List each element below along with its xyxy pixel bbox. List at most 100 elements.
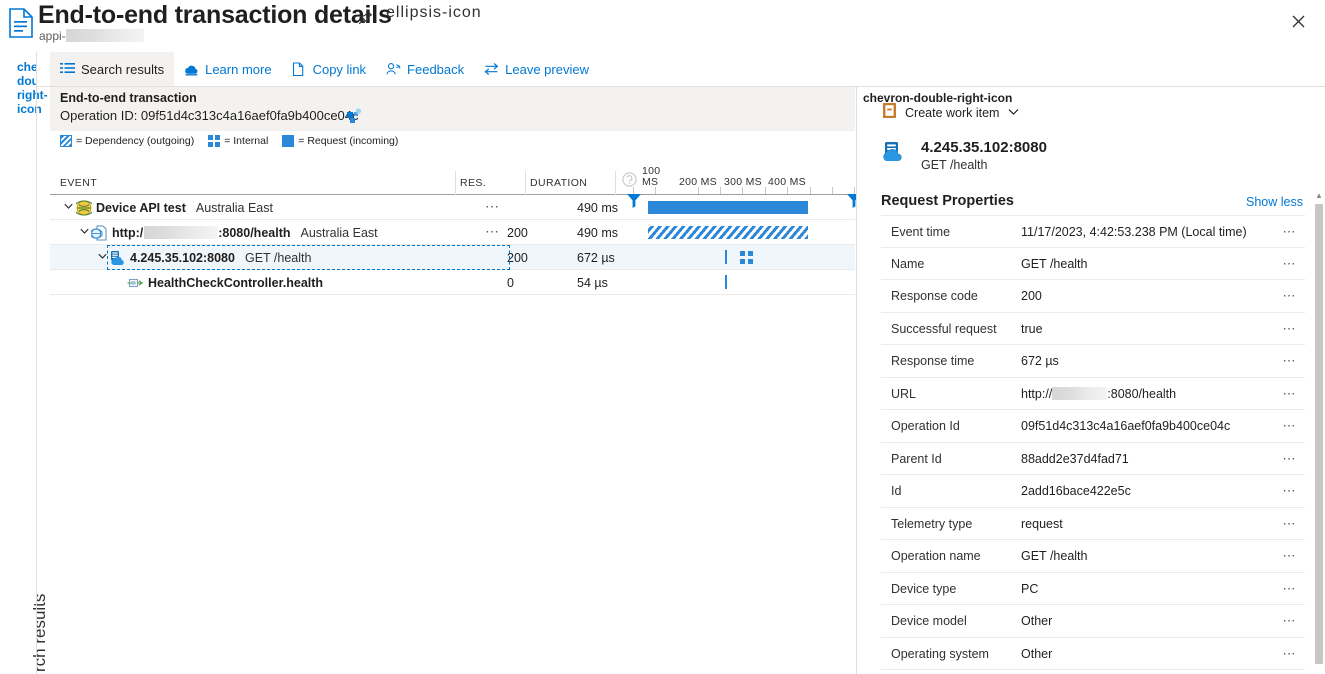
property-value: 88add2e37d4fad71	[1021, 451, 1129, 466]
property-row-menu-icon[interactable]: ⋯	[1283, 508, 1298, 541]
property-row: Name GET /health ⋯	[881, 248, 1305, 281]
more-options-icon[interactable]: ellipsis-icon	[386, 4, 482, 22]
column-header-duration[interactable]: DURATION	[530, 177, 587, 189]
property-row-menu-icon[interactable]: ⋯	[1283, 638, 1298, 671]
left-rail: chevron-double-right-icon rch results	[0, 52, 68, 674]
command-learn-more[interactable]: Learn more	[174, 52, 281, 86]
property-row-menu-icon[interactable]: ⋯	[1283, 216, 1298, 249]
details-scrollbar[interactable]: ▲	[1313, 190, 1325, 674]
axis-tick	[787, 187, 788, 194]
timeline-bar-request	[648, 201, 808, 214]
create-work-item-button[interactable]: Create work item	[882, 102, 1019, 124]
legend-label-dependency: = Dependency (outgoing)	[76, 135, 195, 147]
row-event-cell: http:/:8080/health Australia East	[78, 220, 378, 245]
property-value: 672 µs	[1021, 354, 1059, 369]
command-leave-preview[interactable]: Leave preview	[474, 52, 599, 86]
property-row: URL http://:8080/health ⋯	[881, 378, 1305, 411]
chevron-down-icon[interactable]	[1008, 108, 1019, 119]
legend-label-request: = Request (incoming)	[298, 135, 399, 147]
property-row-menu-icon[interactable]: ⋯	[1283, 280, 1298, 313]
property-key: Device model	[891, 614, 967, 629]
property-row-menu-icon[interactable]: ⋯	[1283, 605, 1298, 638]
command-copy-link[interactable]: Copy link	[282, 52, 376, 86]
transaction-timeline-pane: End-to-end transaction Operation ID: 09f…	[50, 87, 884, 674]
request-swatch-icon	[282, 135, 295, 147]
property-row: Device model Other ⋯	[881, 605, 1305, 638]
scroll-up-icon[interactable]: ▲	[1313, 190, 1325, 202]
chevron-down-icon[interactable]	[78, 227, 91, 238]
axis-label: 400 MS	[768, 176, 806, 188]
property-key: Operation Id	[891, 419, 960, 434]
property-row: Telemetry type request ⋯	[881, 508, 1305, 541]
command-label: Search results	[81, 61, 165, 77]
show-less-link[interactable]: Show less	[1246, 195, 1303, 209]
row-duration: 490 ms	[577, 200, 618, 215]
property-row: Event time 11/17/2023, 4:42:53.238 PM (Lo…	[881, 215, 1305, 248]
table-row[interactable]: Device API test Australia East ⋯ 490 ms	[50, 195, 855, 220]
row-name: 4.245.35.102:8080	[130, 250, 235, 265]
copy-icon	[292, 61, 307, 77]
property-row: Successful request true ⋯	[881, 313, 1305, 346]
property-row-menu-icon[interactable]: ⋯	[1283, 313, 1298, 346]
property-value: 11/17/2023, 4:42:53.238 PM (Local time)	[1021, 225, 1247, 240]
header-divider-2	[525, 171, 526, 195]
table-row[interactable]: HealthCheckController.health 0 54 µs	[50, 270, 855, 295]
copy-badge-icon[interactable]	[346, 108, 362, 124]
property-row: Parent Id 88add2e37d4fad71 ⋯	[881, 443, 1305, 476]
column-header-res[interactable]: RES.	[460, 177, 486, 189]
property-row-menu-icon[interactable]: ⋯	[1283, 378, 1298, 411]
blade-subtitle: appi-	[39, 29, 144, 43]
chevron-down-icon[interactable]	[96, 252, 109, 263]
table-row[interactable]: 4.245.35.102:8080 GET /health 200 672 µs	[50, 245, 855, 270]
command-label: Copy link	[312, 61, 367, 77]
row-name-suffix: :8080/health	[218, 225, 291, 240]
property-key: Event time	[891, 225, 951, 240]
command-search-results[interactable]: Search results	[50, 52, 175, 86]
scrollbar-thumb[interactable]	[1315, 204, 1323, 664]
column-header-event[interactable]: EVENT	[60, 177, 97, 189]
table-row[interactable]: http:/:8080/health Australia East ⋯ 200 490 …	[50, 220, 855, 245]
row-context-menu-icon[interactable]: ⋯	[485, 198, 500, 215]
property-value: true	[1021, 321, 1043, 336]
property-row-menu-icon[interactable]: ⋯	[1283, 410, 1298, 443]
axis-tick	[832, 187, 833, 194]
property-value-suffix: :8080/health	[1107, 386, 1177, 401]
rail-divider	[36, 52, 37, 674]
rail-vertical-label[interactable]: rch results	[30, 512, 50, 672]
redacted-host	[1052, 387, 1108, 401]
property-value: request	[1021, 516, 1063, 531]
close-button[interactable]	[1283, 6, 1313, 36]
redacted-host	[144, 226, 219, 239]
property-row-menu-icon[interactable]: ⋯	[1283, 443, 1298, 476]
legend-item-internal: = Internal	[208, 135, 268, 147]
row-name: http:/	[112, 225, 144, 240]
legend-item-dependency: = Dependency (outgoing)	[60, 135, 194, 147]
property-row-menu-icon[interactable]: ⋯	[1283, 345, 1298, 378]
property-key: Successful request	[891, 321, 997, 336]
timeline-axis: 100 MS 200 MS 300 MS 400 MS	[620, 162, 861, 208]
property-row-menu-icon[interactable]: ⋯	[1283, 540, 1298, 573]
property-row-menu-icon[interactable]: ⋯	[1283, 248, 1298, 281]
legend-item-request: = Request (incoming)	[282, 135, 398, 147]
cloud-learn-icon	[184, 62, 199, 77]
axis-tick	[655, 187, 656, 194]
property-row: Response code 200 ⋯	[881, 280, 1305, 313]
details-entity-header: 4.245.35.102:8080 GET /health	[881, 139, 1047, 174]
property-value: Other	[1021, 614, 1053, 629]
pin-icon[interactable]	[356, 9, 374, 27]
property-row: Operation name GET /health ⋯	[881, 540, 1305, 573]
server-cloud-role-icon	[881, 139, 911, 174]
row-response-code: 0	[507, 275, 514, 290]
property-row-menu-icon[interactable]: ⋯	[1283, 573, 1298, 606]
property-value: 09f51d4c313c4a16aef0fa9b400ce04c	[1021, 419, 1231, 434]
command-feedback[interactable]: Feedback	[376, 52, 474, 86]
property-value: http://:8080/health	[1021, 378, 1176, 411]
property-row-menu-icon[interactable]: ⋯	[1283, 475, 1298, 508]
server-cloud-role-icon	[109, 250, 126, 266]
property-key: Telemetry type	[891, 516, 973, 531]
property-value: Other	[1021, 646, 1053, 661]
chevron-down-icon[interactable]	[62, 202, 75, 213]
row-context-menu-icon[interactable]: ⋯	[485, 223, 500, 240]
swap-arrows-icon	[484, 62, 499, 77]
feedback-person-icon	[386, 62, 401, 77]
